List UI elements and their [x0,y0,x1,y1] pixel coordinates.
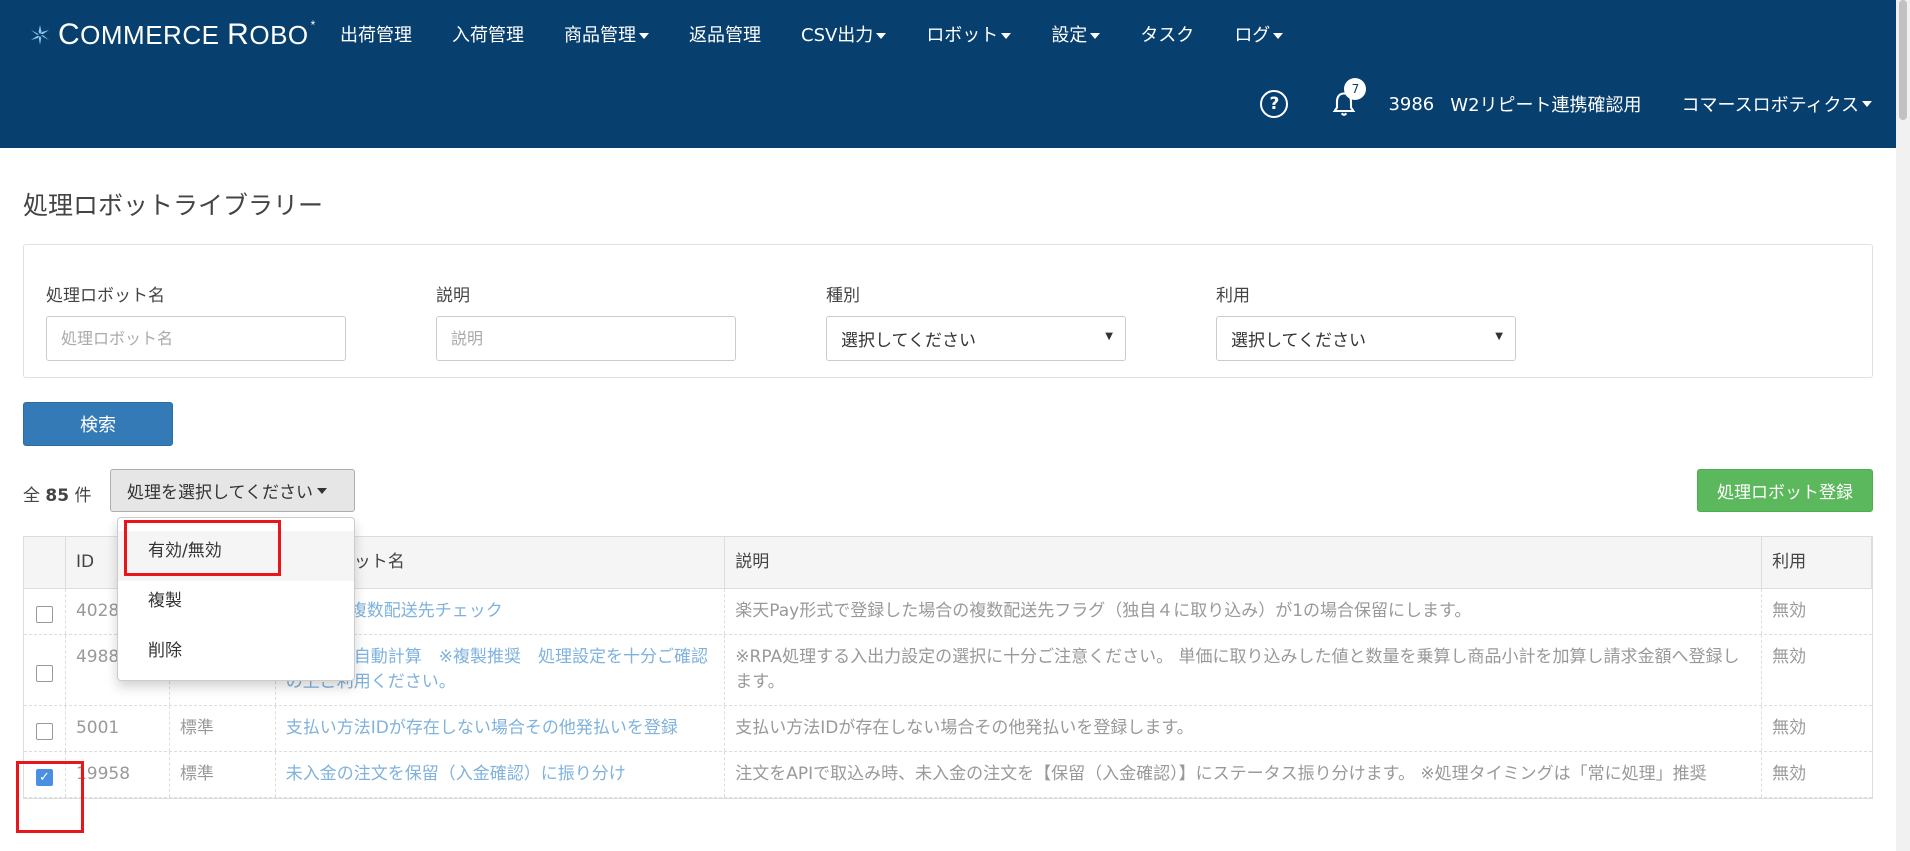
highlight-box-checkbox [16,761,84,833]
nav-item-label: CSV出力 [801,25,874,46]
column-header-description[interactable]: 説明 [725,537,1763,588]
scrollbar[interactable] [1896,0,1910,851]
nav-item-label: 商品管理 [564,25,636,46]
nav-item-8[interactable]: ログ [1234,20,1284,52]
chevron-down-icon [1090,33,1101,39]
chevron-down-icon [639,33,649,39]
nav-item-1[interactable]: 入荷管理 [452,20,524,52]
type-select[interactable]: 選択してください ▼ [826,316,1126,361]
header-checkbox-cell [24,537,66,588]
header-right: ? 7 3986 W2リピート連携確認用 コマースロボティクス [1260,78,1872,118]
menu-item-2[interactable]: 削除 [118,631,354,681]
description-input[interactable] [436,316,736,361]
top-header: COMMERCE ROBO * 出荷管理 入荷管理 商品管理 返品管理 CSV出力 ロボット… [0,0,1896,148]
logo[interactable]: COMMERCE ROBO * [28,18,316,52]
field-label: 説明 [436,286,470,306]
select-caret-icon: ▼ [1495,331,1503,342]
usage-select[interactable]: 選択してください ▼ [1216,316,1516,361]
column-header-usage[interactable]: 利用 [1762,537,1872,588]
nav-item-3[interactable]: 返品管理 [689,20,761,52]
nav-item-label: ログ [1234,25,1271,46]
table-row[interactable]: 5001 標準 支払い方法IDが存在しない場合その他発払いを登録 支払い方法IDが存在… [24,706,1872,752]
row-usage: 無効 [1772,718,1807,738]
chevron-down-icon [1001,33,1012,39]
logo-text: COMMERCE ROBO * [58,18,316,51]
nav-item-7[interactable]: タスク [1140,20,1194,52]
row-usage: 無効 [1772,764,1807,784]
nav-item-6[interactable]: 設定 [1051,20,1101,52]
nav-item-5[interactable]: ロボット [926,20,1012,52]
select-caret-icon: ▼ [1105,331,1113,342]
nav-item-label: ロボット [926,25,999,46]
row-type: 標準 [170,706,276,751]
logo-mark-icon [31,25,49,45]
usage-field: 利用 選択してください ▼ [1216,281,1516,361]
row-id: 5001 [66,706,170,751]
user-menu[interactable]: コマースロボティクス [1682,91,1872,117]
row-description: 注文をAPIで取込み時、未入金の注文を【保留（入金確認）】にステータス振り分けま… [725,752,1763,797]
robot-name-input[interactable] [46,316,346,361]
row-checkbox[interactable] [35,606,53,623]
search-button[interactable]: 検索 [23,402,173,446]
row-checkbox-cell [24,635,66,705]
scrollbar-thumb[interactable] [1899,0,1907,120]
nav-item-label: 出荷管理 [340,25,412,46]
shop-id: 3986 [1388,93,1435,115]
highlight-box-menu-item [124,520,281,576]
chevron-down-icon [1862,101,1872,107]
field-label: 種別 [826,286,860,306]
type-field: 種別 選択してください ▼ [826,281,1126,361]
row-usage: 無効 [1772,647,1807,667]
nav-item-label: 返品管理 [689,25,761,46]
chevron-down-icon [316,487,327,494]
row-checkbox-cell [24,706,66,751]
field-label: 利用 [1216,286,1250,306]
nav-item-2[interactable]: 商品管理 [564,20,649,52]
help-icon[interactable]: ? [1260,90,1289,118]
row-type: 標準 [170,752,276,797]
notification-badge: 7 [1344,78,1367,100]
table-row[interactable]: ✓ 19958 標準 未入金の注文を保留（入金確認）に振り分け 注文をAPIで取込み時、… [24,752,1872,798]
main-nav: 出荷管理 入荷管理 商品管理 返品管理 CSV出力 ロボット 設定 タスク ログ [340,20,1323,52]
total-count: 全 85 件 [23,486,92,506]
field-label: 処理ロボット名 [46,286,165,306]
nav-item-label: タスク [1140,25,1195,46]
row-checkbox-cell [24,589,66,634]
menu-item-1[interactable]: 複製 [118,581,354,631]
chevron-down-icon [1273,33,1284,39]
description-field: 説明 [436,281,736,361]
row-description: ※RPA処理する入出力設定の選択に十分ご注意ください。 単価に取り込みした値と数… [725,635,1763,705]
page-title: 処理ロボットライブラリー [23,191,324,220]
row-name-link[interactable]: 未入金の注文を保留（入金確認）に振り分け [276,752,726,797]
nav-item-4[interactable]: CSV出力 [801,20,887,52]
row-name-link[interactable]: 支払い方法IDが存在しない場合その他発払いを登録 [276,706,726,751]
row-checkbox[interactable] [35,723,53,740]
nav-item-0[interactable]: 出荷管理 [340,20,412,52]
robot-name-field: 処理ロボット名 [46,281,346,361]
row-usage: 無効 [1772,601,1807,621]
search-panel: 処理ロボット名 説明 種別 選択してください▼ 利用 選択してください▼ [23,244,1873,378]
register-robot-button[interactable]: 処理ロボット登録 [1697,469,1873,512]
nav-item-label: 入荷管理 [452,25,524,46]
row-description: 支払い方法IDが存在しない場合その他発払いを登録します。 [725,706,1763,751]
notification-button[interactable]: 7 [1330,78,1367,118]
row-checkbox[interactable] [35,664,53,682]
chevron-down-icon [876,33,887,39]
shop-name: W2リピート連携確認用 [1450,95,1642,116]
bulk-action-dropdown[interactable]: 処理を選択してください [110,469,355,512]
row-description: 楽天Pay形式で登録した場合の複数配送先フラグ（独自４に取り込み）が1の場合保留… [725,589,1763,634]
nav-item-label: 設定 [1051,25,1088,46]
